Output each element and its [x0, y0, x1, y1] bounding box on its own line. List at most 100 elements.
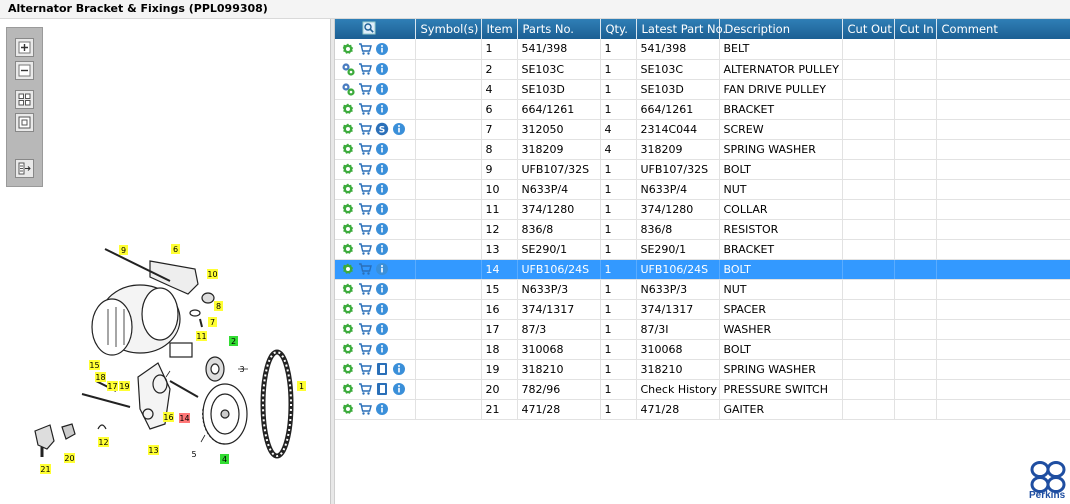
- search-column-icon[interactable]: [362, 21, 376, 35]
- table-row[interactable]: 8 318209 4 318209 SPRING WASHER: [335, 139, 1070, 160]
- table-row[interactable]: 18 310068 1 310068 BOLT: [335, 339, 1070, 360]
- table-row[interactable]: 10 N633P/4 1 N633P/4 NUT: [335, 179, 1070, 200]
- column-header-cut-in[interactable]: Cut In: [894, 19, 937, 39]
- table-row[interactable]: 17 87/3 1 87/3I WASHER: [335, 319, 1070, 340]
- gear-icon[interactable]: [341, 222, 355, 236]
- column-header-actions[interactable]: [335, 19, 416, 39]
- callout-20[interactable]: 20: [64, 453, 75, 463]
- table-row[interactable]: 12 836/8 1 836/8 RESISTOR: [335, 219, 1070, 240]
- info-icon[interactable]: [375, 62, 389, 76]
- cart-icon[interactable]: [358, 402, 372, 416]
- table-row[interactable]: 2 SE103C 1 SE103C ALTERNATOR PULLEY: [335, 59, 1070, 80]
- table-row[interactable]: 16 374/1317 1 374/1317 SPACER: [335, 299, 1070, 320]
- table-row[interactable]: 1 541/398 1 541/398 BELT: [335, 39, 1070, 60]
- callout-12[interactable]: 12: [98, 437, 109, 447]
- cart-icon[interactable]: [358, 242, 372, 256]
- cart-icon[interactable]: [358, 162, 372, 176]
- table-row[interactable]: 13 SE290/1 1 SE290/1 BRACKET: [335, 239, 1070, 260]
- column-header-cut-out[interactable]: Cut Out: [842, 19, 895, 39]
- column-header-comment[interactable]: Comment: [936, 19, 1070, 39]
- gear-icon[interactable]: [341, 242, 355, 256]
- gear-icon[interactable]: [341, 142, 355, 156]
- column-header-latest-part-no[interactable]: Latest Part No.: [636, 19, 726, 39]
- table-row[interactable]: 15 N633P/3 1 N633P/3 NUT: [335, 279, 1070, 300]
- gear-icon[interactable]: [341, 342, 355, 356]
- callout-8[interactable]: 8: [214, 301, 223, 311]
- info-icon[interactable]: [375, 402, 389, 416]
- callout-13[interactable]: 13: [148, 445, 159, 455]
- column-header-description[interactable]: Description: [719, 19, 843, 39]
- column-header-item[interactable]: Item: [481, 19, 518, 39]
- callout-18[interactable]: 18: [95, 372, 106, 382]
- gear-icon[interactable]: [341, 362, 355, 376]
- cart-icon[interactable]: [358, 342, 372, 356]
- gear-icon[interactable]: [341, 402, 355, 416]
- callout-5[interactable]: 5: [191, 450, 196, 459]
- fit-all-button[interactable]: [15, 90, 34, 109]
- info-icon[interactable]: [375, 142, 389, 156]
- table-row[interactable]: 20 782/96 1 Check History PRESSURE SWITCH: [335, 379, 1070, 400]
- cart-icon[interactable]: [358, 222, 372, 236]
- zoom-out-button[interactable]: [15, 61, 34, 80]
- cart-icon[interactable]: [358, 322, 372, 336]
- callout-19[interactable]: 19: [119, 381, 130, 391]
- gear-icon[interactable]: [341, 182, 355, 196]
- gear-icon[interactable]: [341, 102, 355, 116]
- callout-9[interactable]: 9: [119, 245, 128, 255]
- gear-icon[interactable]: [341, 322, 355, 336]
- cart-icon[interactable]: [358, 302, 372, 316]
- cart-icon[interactable]: [358, 62, 372, 76]
- table-row[interactable]: 6 664/1261 1 664/1261 BRACKET: [335, 99, 1070, 120]
- callout-21[interactable]: 21: [40, 464, 51, 474]
- callout-7[interactable]: 7: [208, 317, 217, 327]
- cart-icon[interactable]: [358, 282, 372, 296]
- callout-4[interactable]: 4: [220, 454, 229, 464]
- kit-gear-icon[interactable]: [341, 62, 355, 76]
- gear-icon[interactable]: [341, 262, 355, 276]
- info-icon[interactable]: [375, 242, 389, 256]
- fit-window-button[interactable]: [15, 113, 34, 132]
- document-icon[interactable]: [375, 382, 389, 396]
- cart-icon[interactable]: [358, 102, 372, 116]
- cart-icon[interactable]: [358, 382, 372, 396]
- table-row[interactable]: 4 SE103D 1 SE103D FAN DRIVE PULLEY: [335, 79, 1070, 100]
- info-icon[interactable]: [375, 282, 389, 296]
- info-icon[interactable]: [375, 182, 389, 196]
- cart-icon[interactable]: [358, 182, 372, 196]
- table-row[interactable]: 9 UFB107/32S 1 UFB107/32S BOLT: [335, 159, 1070, 180]
- callout-3[interactable]: 3: [239, 365, 244, 374]
- info-icon[interactable]: [375, 322, 389, 336]
- table-row[interactable]: S 7 312050 4 2314C044 SCREW: [335, 119, 1070, 140]
- callout-11[interactable]: 11: [196, 331, 207, 341]
- info-icon[interactable]: [375, 222, 389, 236]
- gear-icon[interactable]: [341, 382, 355, 396]
- info-icon[interactable]: [375, 102, 389, 116]
- document-icon[interactable]: [375, 362, 389, 376]
- info-icon[interactable]: [375, 162, 389, 176]
- callout-10[interactable]: 10: [207, 269, 218, 279]
- info-icon[interactable]: [392, 382, 406, 396]
- cart-icon[interactable]: [358, 202, 372, 216]
- gear-icon[interactable]: [341, 202, 355, 216]
- info-icon[interactable]: [392, 362, 406, 376]
- info-icon[interactable]: [375, 262, 389, 276]
- info-icon[interactable]: [375, 302, 389, 316]
- gear-icon[interactable]: [341, 122, 355, 136]
- callout-15[interactable]: 15: [89, 360, 100, 370]
- column-header-symbols[interactable]: Symbol(s): [415, 19, 482, 39]
- column-header-parts-no[interactable]: Parts No.: [517, 19, 601, 39]
- table-row[interactable]: 21 471/28 1 471/28 GAITER: [335, 399, 1070, 420]
- zoom-in-button[interactable]: [15, 38, 34, 57]
- info-icon[interactable]: [375, 42, 389, 56]
- symbol-s-icon[interactable]: S: [375, 122, 389, 136]
- export-button[interactable]: [15, 159, 34, 178]
- kit-gear-icon[interactable]: [341, 82, 355, 96]
- cart-icon[interactable]: [358, 362, 372, 376]
- cart-icon[interactable]: [358, 122, 372, 136]
- cart-icon[interactable]: [358, 142, 372, 156]
- column-header-qty[interactable]: Qty.: [600, 19, 637, 39]
- table-row[interactable]: 11 374/1280 1 374/1280 COLLAR: [335, 199, 1070, 220]
- callout-14[interactable]: 14: [179, 413, 190, 423]
- table-row[interactable]: 14 UFB106/24S 1 UFB106/24S BOLT: [335, 259, 1070, 280]
- callout-16[interactable]: 16: [163, 412, 174, 422]
